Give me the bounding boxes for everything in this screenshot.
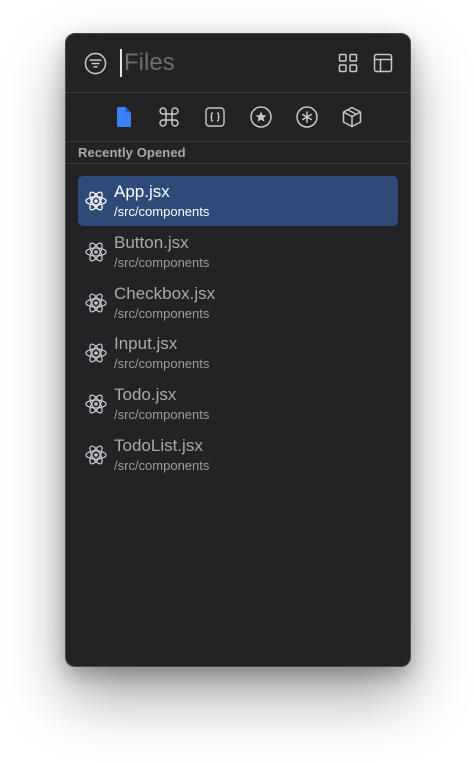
section-title: Recently Opened: [78, 145, 186, 160]
list-item[interactable]: TodoList.jsx /src/components: [78, 430, 398, 480]
file-path: /src/components: [114, 204, 210, 219]
category-tabs: [66, 93, 410, 142]
react-icon: [85, 394, 107, 414]
file-name: Checkbox.jsx: [114, 283, 216, 303]
search-input[interactable]: [124, 47, 314, 79]
react-icon: [85, 445, 107, 465]
file-path: /src/components: [114, 254, 210, 270]
grid-icon[interactable]: [338, 53, 358, 73]
text-caret: [120, 49, 122, 77]
file-name: Button.jsx: [114, 232, 189, 252]
sidebar-layout-icon[interactable]: [373, 53, 393, 73]
react-icon: [85, 242, 107, 262]
search-field[interactable]: [120, 47, 320, 79]
search-header: [66, 34, 410, 93]
braces-icon[interactable]: [203, 105, 227, 129]
file-name: Todo.jsx: [114, 385, 177, 404]
file-path: /src/components: [114, 457, 210, 473]
file-name: Input.jsx: [114, 334, 178, 354]
list-item[interactable]: Checkbox.jsx /src/components: [78, 278, 398, 328]
list-item[interactable]: App.jsx /src/components: [78, 176, 398, 226]
file-switcher-panel: Recently Opened App.jsx /src/components …: [65, 33, 411, 667]
file-path: /src/components: [114, 356, 210, 372]
section-divider: [66, 163, 410, 164]
react-icon: [85, 191, 107, 211]
filter-icon[interactable]: [84, 52, 107, 75]
react-icon: [85, 343, 107, 363]
asterisk-icon[interactable]: [295, 105, 319, 129]
file-path: /src/components: [114, 305, 210, 321]
command-icon[interactable]: [157, 105, 181, 129]
file-icon[interactable]: [112, 105, 136, 129]
file-name: TodoList.jsx: [114, 435, 203, 455]
list-item[interactable]: Input.jsx /src/components: [78, 328, 398, 378]
package-icon[interactable]: [340, 105, 364, 129]
recent-files-list: App.jsx /src/components Button.jsx /src/…: [78, 176, 398, 481]
list-item[interactable]: Button.jsx /src/components: [78, 227, 398, 277]
file-name: App.jsx: [114, 182, 170, 201]
file-path: /src/components: [114, 407, 210, 422]
react-icon: [85, 292, 107, 313]
star-icon[interactable]: [249, 105, 273, 129]
list-item[interactable]: Todo.jsx /src/components: [78, 379, 398, 429]
